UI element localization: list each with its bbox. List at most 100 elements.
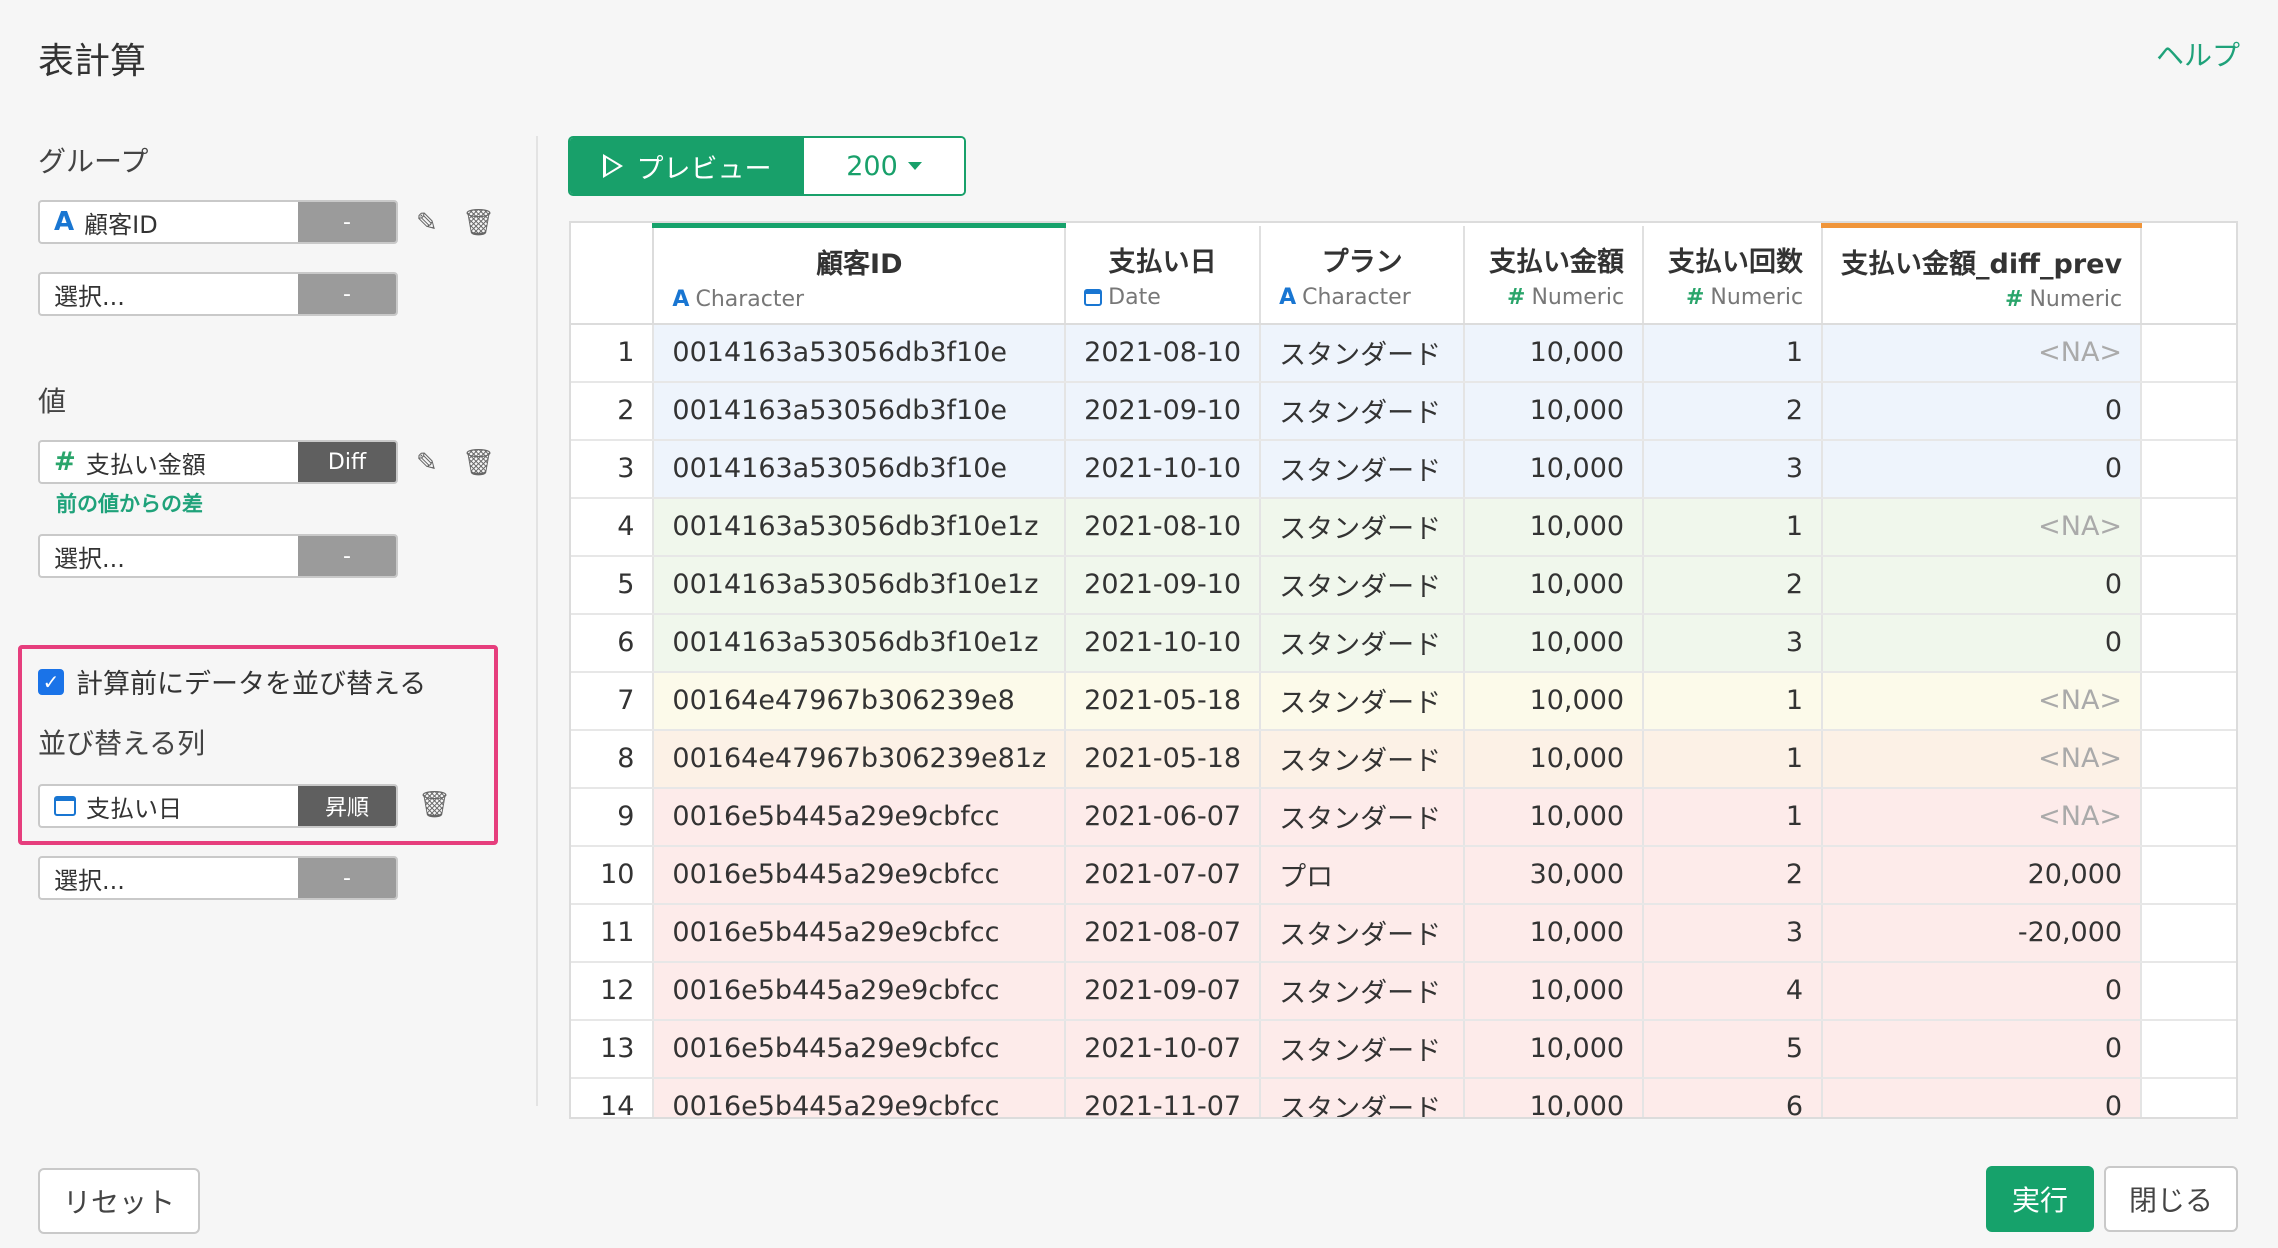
sort-select-field[interactable]: 選択... - [38, 856, 398, 900]
table-cell-id: 0016e5b445a29e9cbfcc [653, 903, 1067, 963]
row-filler [2141, 903, 2236, 963]
preview-button-label: プレビュー [636, 153, 772, 185]
table-cell-diff: 0 [1822, 1019, 2143, 1079]
row-filler [2141, 1077, 2236, 1117]
edit-icon[interactable]: ✎ [416, 448, 438, 478]
table-cell-amount: 30,000 [1464, 845, 1645, 905]
row-number: 6 [571, 613, 655, 673]
table-cell-date: 2021-08-10 [1065, 497, 1262, 557]
column-header[interactable]: 支払い回数 # Numeric [1643, 225, 1824, 325]
sort-columns-label: 並び替える列 [38, 727, 206, 760]
row-number: 4 [571, 497, 655, 557]
column-type: A Character [672, 287, 1046, 312]
table-cell-diff: <NA> [1822, 671, 2143, 731]
checkbox-checked-icon[interactable]: ✓ [38, 668, 64, 695]
trash-icon[interactable]: 🗑 [462, 448, 495, 478]
table-cell-plan: スタンダード [1260, 729, 1466, 789]
trash-icon[interactable]: 🗑 [418, 790, 451, 820]
table-cell-plan: スタンダード [1260, 903, 1466, 963]
row-number: 10 [571, 845, 655, 905]
table-cell-id: 0014163a53056db3f10e1z [653, 555, 1067, 615]
sort-order-button[interactable]: 昇順 [298, 786, 396, 826]
preview-rows-dropdown[interactable]: 200 [804, 138, 964, 194]
preview-button[interactable]: プレビュー [570, 138, 804, 194]
row-filler [2141, 845, 2236, 905]
table-cell-diff: 0 [1822, 961, 2143, 1021]
group-section-label: グループ [38, 145, 149, 178]
table-cell-plan: スタンダード [1260, 555, 1466, 615]
table-cell-date: 2021-07-07 [1065, 845, 1262, 905]
sort-before-calc-checkbox[interactable]: ✓ 計算前にデータを並び替える [38, 662, 426, 701]
row-number: 13 [571, 1019, 655, 1079]
group-field-value: 顧客ID [84, 210, 158, 239]
value-field-amount[interactable]: # 支払い金額 Diff [38, 440, 398, 484]
group-field-option-button[interactable]: - [298, 202, 396, 242]
numeric-type-icon: # [1685, 284, 1705, 310]
table-cell-plan: スタンダード [1260, 671, 1466, 731]
column-header[interactable]: プラン A Character [1260, 225, 1466, 325]
row-number: 8 [571, 729, 655, 789]
table-cell-id: 0014163a53056db3f10e [653, 381, 1067, 441]
group-field-customer-id[interactable]: A 顧客ID - [38, 200, 398, 244]
value-select-field[interactable]: 選択... - [38, 534, 398, 578]
table-cell-plan: スタンダード [1260, 1019, 1466, 1079]
column-header[interactable]: 支払い金額 # Numeric [1464, 225, 1645, 325]
table-cell-count: 2 [1643, 555, 1824, 615]
table-cell-amount: 10,000 [1464, 439, 1645, 499]
column-name: 支払い回数 [1668, 246, 1804, 278]
reset-button[interactable]: リセット [38, 1168, 200, 1234]
numeric-type-icon: # [54, 447, 76, 477]
close-button[interactable]: 閉じる [2104, 1166, 2238, 1232]
column-type: # Numeric [1841, 287, 2122, 312]
row-number-header [571, 225, 655, 325]
table-cell-count: 1 [1643, 729, 1824, 789]
column-type-label: Numeric [2029, 287, 2123, 312]
table-cell-id: 00164e47967b306239e8 [653, 671, 1067, 731]
row-number: 5 [571, 555, 655, 615]
sort-field-payment-date[interactable]: 支払い日 昇順 [38, 784, 398, 828]
table-cell-amount: 10,000 [1464, 729, 1645, 789]
table-cell-plan: スタンダード [1260, 613, 1466, 673]
chevron-down-icon [907, 162, 922, 170]
table-cell-date: 2021-10-10 [1065, 439, 1262, 499]
group-select-field[interactable]: 選択... - [38, 272, 398, 316]
column-type-label: Numeric [1710, 284, 1804, 310]
column-header[interactable]: 顧客ID A Character [653, 223, 1067, 325]
table-cell-date: 2021-10-10 [1065, 613, 1262, 673]
row-filler [2141, 787, 2236, 847]
sort-field-value: 支払い日 [86, 794, 182, 823]
table-cell-date: 2021-09-07 [1065, 961, 1262, 1021]
table-cell-amount: 10,000 [1464, 1019, 1645, 1079]
group-select-option-button[interactable]: - [298, 274, 396, 314]
table-cell-plan: スタンダード [1260, 497, 1466, 557]
table-row: 4 0014163a53056db3f10e1z 2021-08-10 スタンダード 1… [571, 497, 2236, 557]
column-type-label: Character [1302, 284, 1411, 310]
column-header[interactable]: 支払い日 Date [1065, 225, 1262, 325]
help-link[interactable]: ヘルプ [2156, 34, 2240, 74]
table-cell-id: 0014163a53056db3f10e [653, 439, 1067, 499]
table-cell-date: 2021-05-18 [1065, 729, 1262, 789]
value-select-option-button[interactable]: - [298, 536, 396, 576]
table-cell-id: 0014163a53056db3f10e1z [653, 497, 1067, 557]
value-select-placeholder: 選択... [54, 544, 125, 573]
table-cell-amount: 10,000 [1464, 323, 1645, 383]
run-button[interactable]: 実行 [1986, 1166, 2094, 1232]
row-number: 14 [571, 1077, 655, 1117]
table-cell-plan: スタンダード [1260, 1077, 1466, 1117]
character-type-icon: A [54, 207, 75, 237]
calendar-icon [54, 796, 76, 816]
table-cell-diff: 0 [1822, 381, 2143, 441]
numeric-type-icon: # [1507, 284, 1526, 310]
table-cell-count: 3 [1643, 903, 1824, 963]
preview-data-grid[interactable]: 顧客ID A Character 支払い日 Date プラン A Character 支払い金額… [569, 221, 2238, 1119]
value-calc-note: 前の値からの差 [56, 492, 203, 516]
trash-icon[interactable]: 🗑 [462, 208, 495, 238]
table-cell-date: 2021-09-10 [1065, 381, 1262, 441]
column-header[interactable]: 支払い金額_diff_prev # Numeric [1822, 223, 2143, 325]
edit-icon[interactable]: ✎ [416, 208, 438, 238]
sort-select-option-button[interactable]: - [298, 858, 396, 898]
value-calc-type-button[interactable]: Diff [298, 442, 396, 482]
preview-control: プレビュー 200 [568, 136, 966, 196]
table-cell-diff: <NA> [1822, 729, 2143, 789]
table-cell-date: 2021-05-18 [1065, 671, 1262, 731]
